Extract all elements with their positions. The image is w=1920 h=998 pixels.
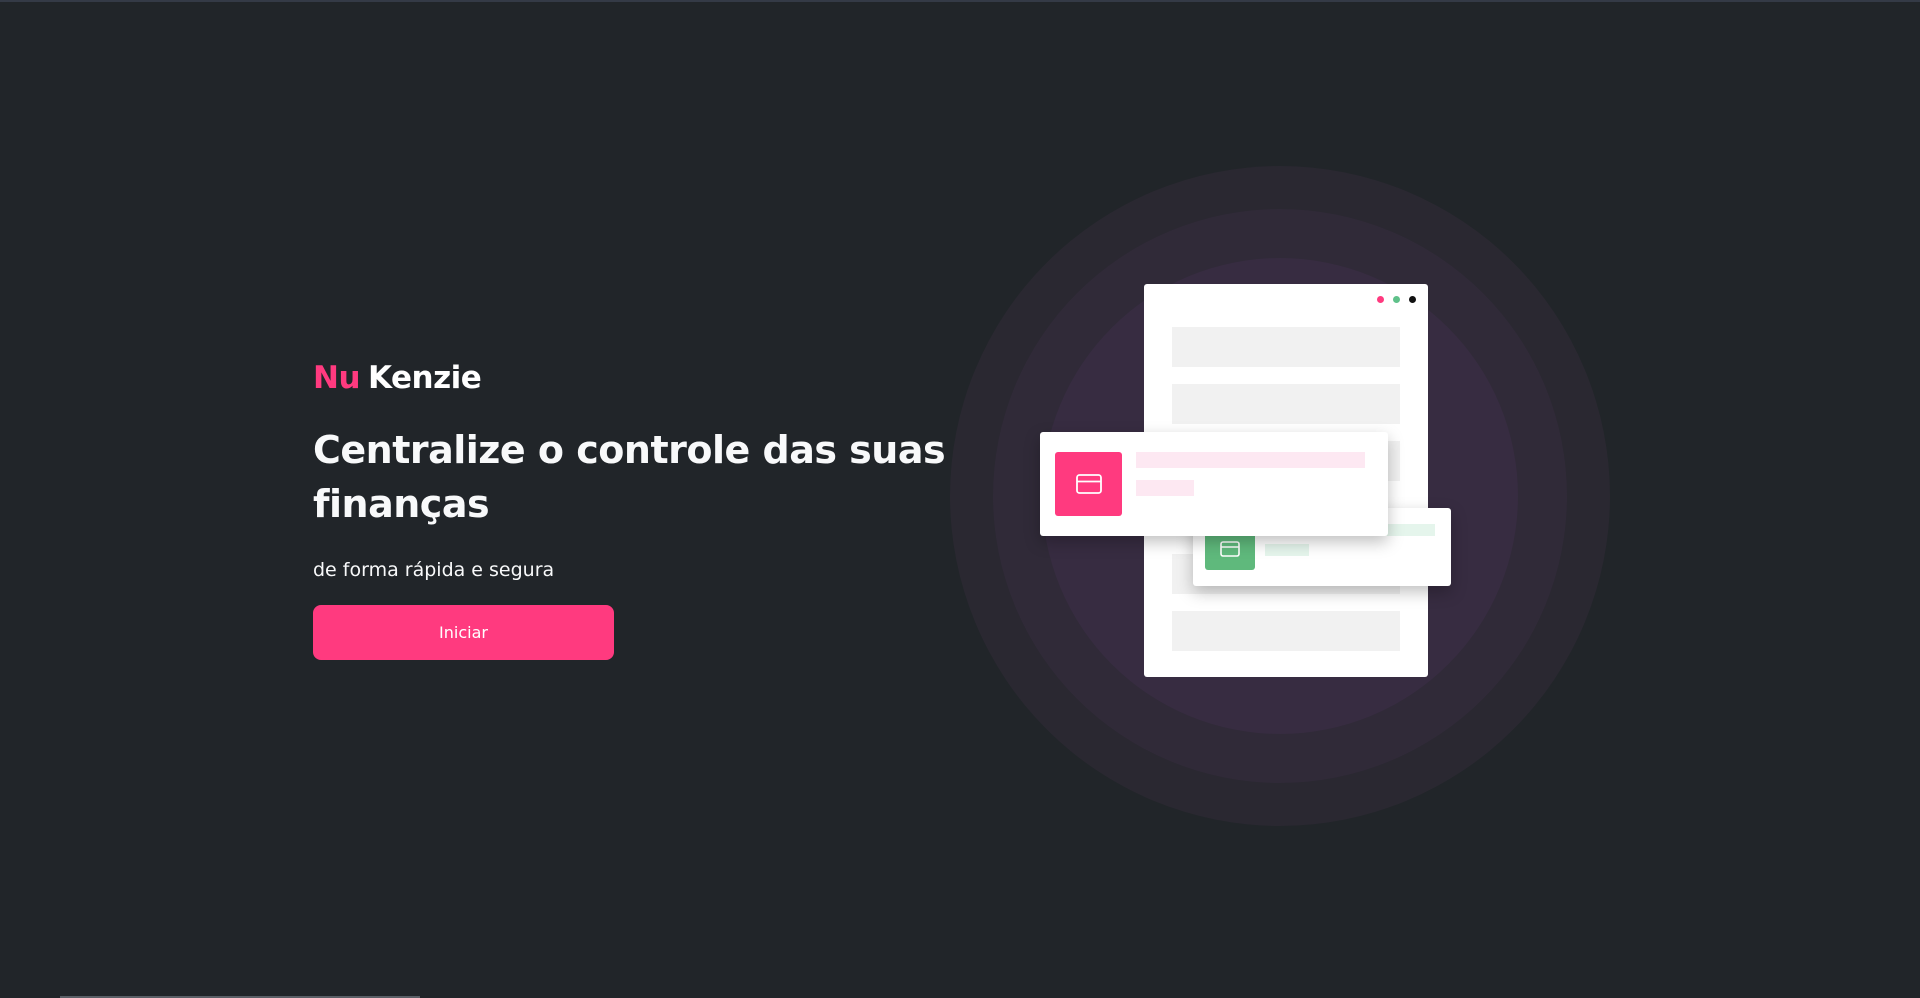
- placeholder-bar: [1172, 611, 1400, 651]
- card-placeholder-line: [1136, 480, 1194, 496]
- window-dot-green: [1393, 296, 1400, 303]
- start-button[interactable]: Iniciar: [313, 605, 614, 660]
- placeholder-bar: [1172, 327, 1400, 367]
- card-placeholder-line: [1136, 452, 1365, 468]
- window-dot-pink: [1377, 296, 1384, 303]
- placeholder-bar: [1172, 384, 1400, 424]
- hero-section: Nu Kenzie Centralize o controle das suas …: [313, 355, 953, 660]
- brand-logo: Nu Kenzie: [313, 355, 953, 401]
- window-dot-black: [1409, 296, 1416, 303]
- brand-logo-accent: Nu: [313, 360, 361, 396]
- card-placeholder-line: [1265, 544, 1309, 556]
- card-icon: [1055, 452, 1122, 516]
- illustration-card-pink: [1040, 432, 1388, 536]
- brand-logo-main: Kenzie: [368, 360, 482, 396]
- hero-subtitle: de forma rápida e segura: [313, 559, 555, 581]
- hero-headline: Centralize o controle das suas finanças: [313, 428, 946, 526]
- window-dots: [1377, 296, 1416, 303]
- hero-illustration: [930, 160, 1630, 840]
- top-border: [0, 0, 1920, 2]
